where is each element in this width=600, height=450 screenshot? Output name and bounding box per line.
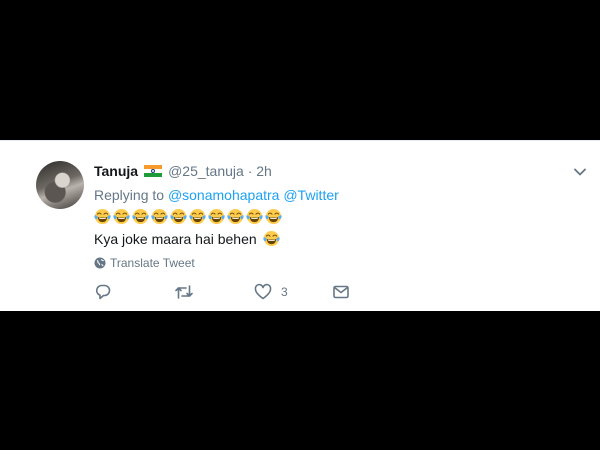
heart-icon xyxy=(254,283,272,300)
face-with-tears-of-joy-icon xyxy=(170,208,187,225)
tweet-header: Tanuja @25_tanuja · 2h xyxy=(94,162,272,180)
globe-icon xyxy=(94,257,106,269)
face-with-tears-of-joy-icon xyxy=(151,208,168,225)
face-with-tears-of-joy-icon xyxy=(132,208,149,225)
face-with-tears-of-joy-icon xyxy=(262,230,280,247)
author-handle[interactable]: @25_tanuja xyxy=(168,163,244,179)
india-flag-icon xyxy=(144,165,163,177)
like-button[interactable]: 3 xyxy=(254,283,288,301)
time-separator: · xyxy=(247,163,253,179)
face-with-tears-of-joy-icon xyxy=(227,208,244,225)
retweet-button[interactable] xyxy=(174,283,194,301)
tweet-time[interactable]: 2h xyxy=(256,163,272,179)
reply-button[interactable] xyxy=(94,283,112,301)
emoji-row xyxy=(94,208,282,226)
face-with-tears-of-joy-icon xyxy=(189,208,206,225)
mention-twitter[interactable]: @Twitter xyxy=(283,187,338,203)
chevron-down-icon[interactable] xyxy=(573,165,587,179)
face-with-tears-of-joy-icon xyxy=(265,208,282,225)
replying-prefix: Replying to xyxy=(94,187,165,203)
direct-message-icon xyxy=(333,285,349,299)
face-with-tears-of-joy-icon xyxy=(246,208,263,225)
author-name[interactable]: Tanuja xyxy=(94,163,138,179)
mention-sonamohapatra[interactable]: @sonamohapatra xyxy=(168,187,280,203)
face-with-tears-of-joy-icon xyxy=(94,208,111,225)
like-count: 3 xyxy=(281,285,288,299)
tweet-body: Kya joke maara hai behen xyxy=(94,231,257,247)
reply-icon xyxy=(95,284,111,300)
face-with-tears-of-joy-icon xyxy=(113,208,130,225)
translate-tweet[interactable]: Translate Tweet xyxy=(94,256,195,270)
direct-message-button[interactable] xyxy=(332,283,350,301)
face-with-tears-of-joy-icon xyxy=(208,208,225,225)
avatar[interactable] xyxy=(36,161,84,209)
tweet-text: Kya joke maara hai behen xyxy=(94,230,280,248)
tweet-card[interactable]: Tanuja @25_tanuja · 2h Replying to @sonam… xyxy=(0,140,600,311)
retweet-icon xyxy=(175,285,193,299)
translate-label: Translate Tweet xyxy=(110,256,195,270)
replying-to: Replying to @sonamohapatra @Twitter xyxy=(94,186,339,204)
